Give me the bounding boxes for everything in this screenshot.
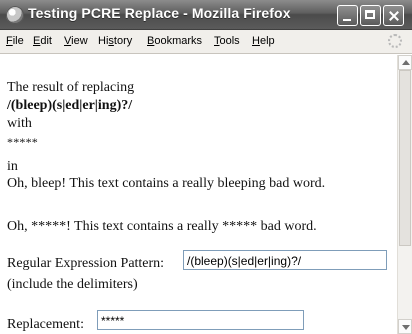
firefox-app-icon — [6, 6, 24, 24]
menu-view[interactable]: View — [64, 35, 88, 47]
original-text: Oh, bleep! This text contains a really b… — [7, 176, 326, 191]
menu-view-label: iew — [71, 35, 88, 47]
menu-edit[interactable]: Edit — [33, 35, 52, 47]
menu-help-mnemonic: H — [252, 35, 260, 47]
scroll-thumb[interactable] — [399, 70, 411, 246]
menu-bookmarks-label: ookmarks — [154, 35, 203, 47]
replacement-display: ***** — [7, 135, 38, 149]
scroll-down-icon[interactable] — [398, 319, 412, 334]
pattern-display: /(bleep)(s|ed|er|ing)?/ — [7, 98, 133, 113]
menu-tools-label: ools — [219, 35, 240, 47]
menu-tools[interactable]: Tools — [214, 35, 240, 47]
menu-help-label: elp — [259, 35, 275, 47]
menu-file[interactable]: File — [6, 35, 24, 47]
page-content: The result of replacing /(bleep)(s|ed|er… — [0, 55, 397, 334]
window-title: Testing PCRE Replace - Mozilla Firefox — [28, 5, 291, 21]
title-bar: Testing PCRE Replace - Mozilla Firefox — [0, 0, 412, 30]
maximize-button[interactable] — [360, 5, 381, 26]
menu-bar: File Edit View History Bookmarks Tools H… — [0, 30, 412, 54]
menu-history-prefix: Hi — [98, 35, 109, 47]
menu-bookmarks[interactable]: Bookmarks — [147, 35, 202, 47]
minimize-button[interactable] — [337, 5, 358, 26]
result-text: Oh, *****! This text contains a really *… — [7, 219, 317, 234]
pattern-label: Regular Expression Pattern: — [7, 256, 165, 271]
vertical-scrollbar[interactable] — [397, 55, 412, 334]
activity-throbber-icon — [388, 34, 402, 48]
pattern-hint: (include the delimiters) — [7, 277, 138, 292]
menu-history-label: tory — [113, 35, 133, 47]
replacement-input[interactable] — [97, 310, 304, 330]
close-button[interactable] — [383, 5, 404, 26]
with-label: with — [7, 116, 32, 131]
replacement-label: Replacement: — [7, 317, 84, 332]
scroll-up-icon[interactable] — [398, 55, 412, 70]
menu-file-mnemonic: F — [6, 35, 13, 47]
menu-edit-label: dit — [40, 35, 52, 47]
menu-file-label: ile — [12, 35, 24, 47]
menu-help[interactable]: Help — [252, 35, 275, 47]
intro-text: The result of replacing — [7, 80, 135, 95]
menu-history[interactable]: History — [98, 35, 132, 47]
browser-window: Testing PCRE Replace - Mozilla Firefox F… — [0, 0, 412, 334]
pattern-input[interactable] — [183, 250, 387, 270]
in-label: in — [7, 159, 18, 174]
